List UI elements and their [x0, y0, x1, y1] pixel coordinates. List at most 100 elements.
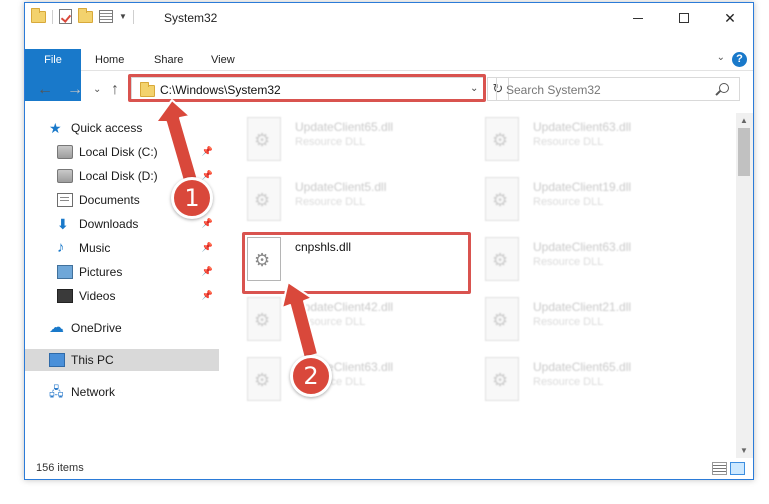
details-view-icon[interactable]: [712, 462, 727, 475]
title-bar: ▼ System32 ✕: [25, 3, 753, 33]
minimize-icon: [633, 17, 643, 19]
tab-share[interactable]: Share: [154, 49, 183, 71]
dll-file-icon: [485, 357, 519, 401]
sidebar-item-network[interactable]: 🖧 Network: [25, 381, 219, 403]
sidebar-item-label: Pictures: [79, 265, 123, 279]
file-type: Resource DLL: [533, 196, 604, 208]
forward-arrow-icon[interactable]: →: [67, 81, 83, 99]
file-name: UpdateClient21.dll: [533, 300, 632, 314]
dll-file-icon: [247, 357, 281, 401]
list-item[interactable]: UpdateClient65.dll Resource DLL: [247, 117, 477, 169]
file-type: Resource DLL: [533, 376, 604, 388]
list-item[interactable]: UpdateClient19.dll Resource DLL: [485, 177, 715, 229]
documents-icon: [57, 193, 73, 207]
sidebar-item-quick-access[interactable]: ★ Quick access: [25, 117, 219, 139]
minimize-button[interactable]: [615, 3, 661, 33]
window-controls: ✕: [615, 3, 753, 33]
search-input[interactable]: Search System32: [506, 83, 601, 97]
file-name: UpdateClient65.dll: [295, 120, 394, 134]
list-item[interactable]: UpdateClient63.dll Resource DLL: [485, 117, 715, 169]
list-item[interactable]: UpdateClient63.dll Resource DLL: [247, 357, 477, 409]
pin-icon[interactable]: 📌: [202, 242, 213, 253]
drive-icon: [57, 145, 73, 159]
dll-file-icon: [485, 237, 519, 281]
sidebar-item-label: Quick access: [71, 121, 143, 135]
videos-icon: [57, 289, 73, 303]
large-icons-view-icon[interactable]: [730, 462, 745, 475]
dll-file-icon: [485, 177, 519, 221]
new-folder-icon[interactable]: [78, 7, 93, 23]
dll-file-icon: [485, 297, 519, 341]
scrollbar-thumb[interactable]: [738, 128, 750, 176]
view-switcher: [712, 462, 745, 475]
quick-access-toolbar: ▼: [31, 7, 134, 24]
maximize-icon: [679, 13, 689, 23]
pin-icon[interactable]: 📌: [202, 146, 213, 157]
file-type: Resource DLL: [533, 316, 604, 328]
file-type: Resource DLL: [295, 196, 366, 208]
close-button[interactable]: ✕: [707, 3, 753, 33]
dll-file-icon: [485, 117, 519, 161]
file-name: UpdateClient5.dll: [295, 180, 387, 194]
tab-home[interactable]: Home: [95, 49, 124, 71]
properties-check-icon[interactable]: [59, 9, 72, 24]
sidebar-item-videos[interactable]: Videos 📌: [25, 285, 219, 307]
sidebar-item-this-pc[interactable]: This PC: [25, 349, 219, 371]
dll-file-icon: [247, 117, 281, 161]
list-item[interactable]: UpdateClient65.dll Resource DLL: [485, 357, 715, 409]
ribbon-tabs: File Home Share View ⌄ ?: [25, 49, 753, 101]
list-item[interactable]: UpdateClient5.dll Resource DLL: [247, 177, 477, 229]
recent-locations-chevron-icon[interactable]: ⌄: [93, 84, 101, 95]
file-name: UpdateClient65.dll: [533, 360, 632, 374]
list-item[interactable]: UpdateClient21.dll Resource DLL: [485, 297, 715, 349]
step-2-badge: 2: [290, 355, 332, 397]
help-icon[interactable]: ?: [732, 52, 747, 67]
list-item[interactable]: UpdateClient63.dll Resource DLL: [485, 237, 715, 289]
sidebar-item-label: Documents: [79, 193, 140, 207]
sidebar-item-label: Local Disk (C:): [79, 145, 158, 159]
pin-icon[interactable]: 📌: [202, 218, 213, 229]
toolbar-divider: [132, 9, 134, 24]
file-name: UpdateClient42.dll: [295, 300, 394, 314]
scroll-up-arrow-icon[interactable]: ▲: [740, 116, 748, 125]
pin-icon[interactable]: 📌: [202, 266, 213, 277]
file-highlight: [242, 232, 471, 294]
pin-icon[interactable]: 📌: [202, 290, 213, 301]
window-title: System32: [164, 11, 218, 25]
drive-icon: [57, 169, 73, 183]
list-item[interactable]: UpdateClient42.dll Resource DLL: [247, 297, 477, 349]
back-arrow-icon[interactable]: ←: [37, 81, 53, 99]
sidebar-item-local-disk-c[interactable]: Local Disk (C:) 📌: [25, 141, 219, 163]
customize-toolbar-caret-icon[interactable]: ▼: [119, 12, 127, 21]
computer-icon: [49, 353, 65, 367]
star-icon: ★: [49, 120, 62, 136]
step-1-badge: 1: [171, 177, 213, 219]
file-type: Resource DLL: [295, 136, 366, 148]
sidebar-item-onedrive[interactable]: ☁ OneDrive: [25, 317, 219, 339]
tab-view[interactable]: View: [211, 49, 235, 71]
sidebar-item-label: Downloads: [79, 217, 139, 231]
sidebar-item-label: Local Disk (D:): [79, 169, 158, 183]
download-icon: ⬇: [57, 216, 69, 232]
navigation-pane: ★ Quick access Local Disk (C:) 📌 Local D…: [25, 113, 219, 453]
pin-icon[interactable]: 📌: [202, 170, 213, 181]
cloud-icon: ☁: [49, 319, 64, 336]
up-arrow-icon[interactable]: ↑: [111, 81, 119, 99]
sidebar-item-label: This PC: [71, 353, 114, 367]
sidebar-item-music[interactable]: ♪ Music 📌: [25, 237, 219, 259]
file-type: Resource DLL: [533, 256, 604, 268]
dll-file-icon: [247, 297, 281, 341]
scroll-down-arrow-icon[interactable]: ▼: [740, 446, 748, 455]
sidebar-item-pictures[interactable]: Pictures 📌: [25, 261, 219, 283]
maximize-button[interactable]: [661, 3, 707, 33]
search-icon[interactable]: [719, 83, 729, 93]
search-box[interactable]: Search System32: [496, 77, 740, 101]
item-count: 156 items: [36, 462, 84, 474]
address-bar-highlight: [128, 74, 486, 102]
vertical-scrollbar[interactable]: ▲ ▼: [736, 113, 753, 458]
expand-ribbon-chevron-icon[interactable]: ⌄: [717, 52, 725, 63]
file-name: UpdateClient63.dll: [533, 240, 632, 254]
status-bar: 156 items: [25, 459, 753, 479]
properties-icon[interactable]: [99, 10, 113, 23]
close-icon: ✕: [724, 9, 736, 26]
